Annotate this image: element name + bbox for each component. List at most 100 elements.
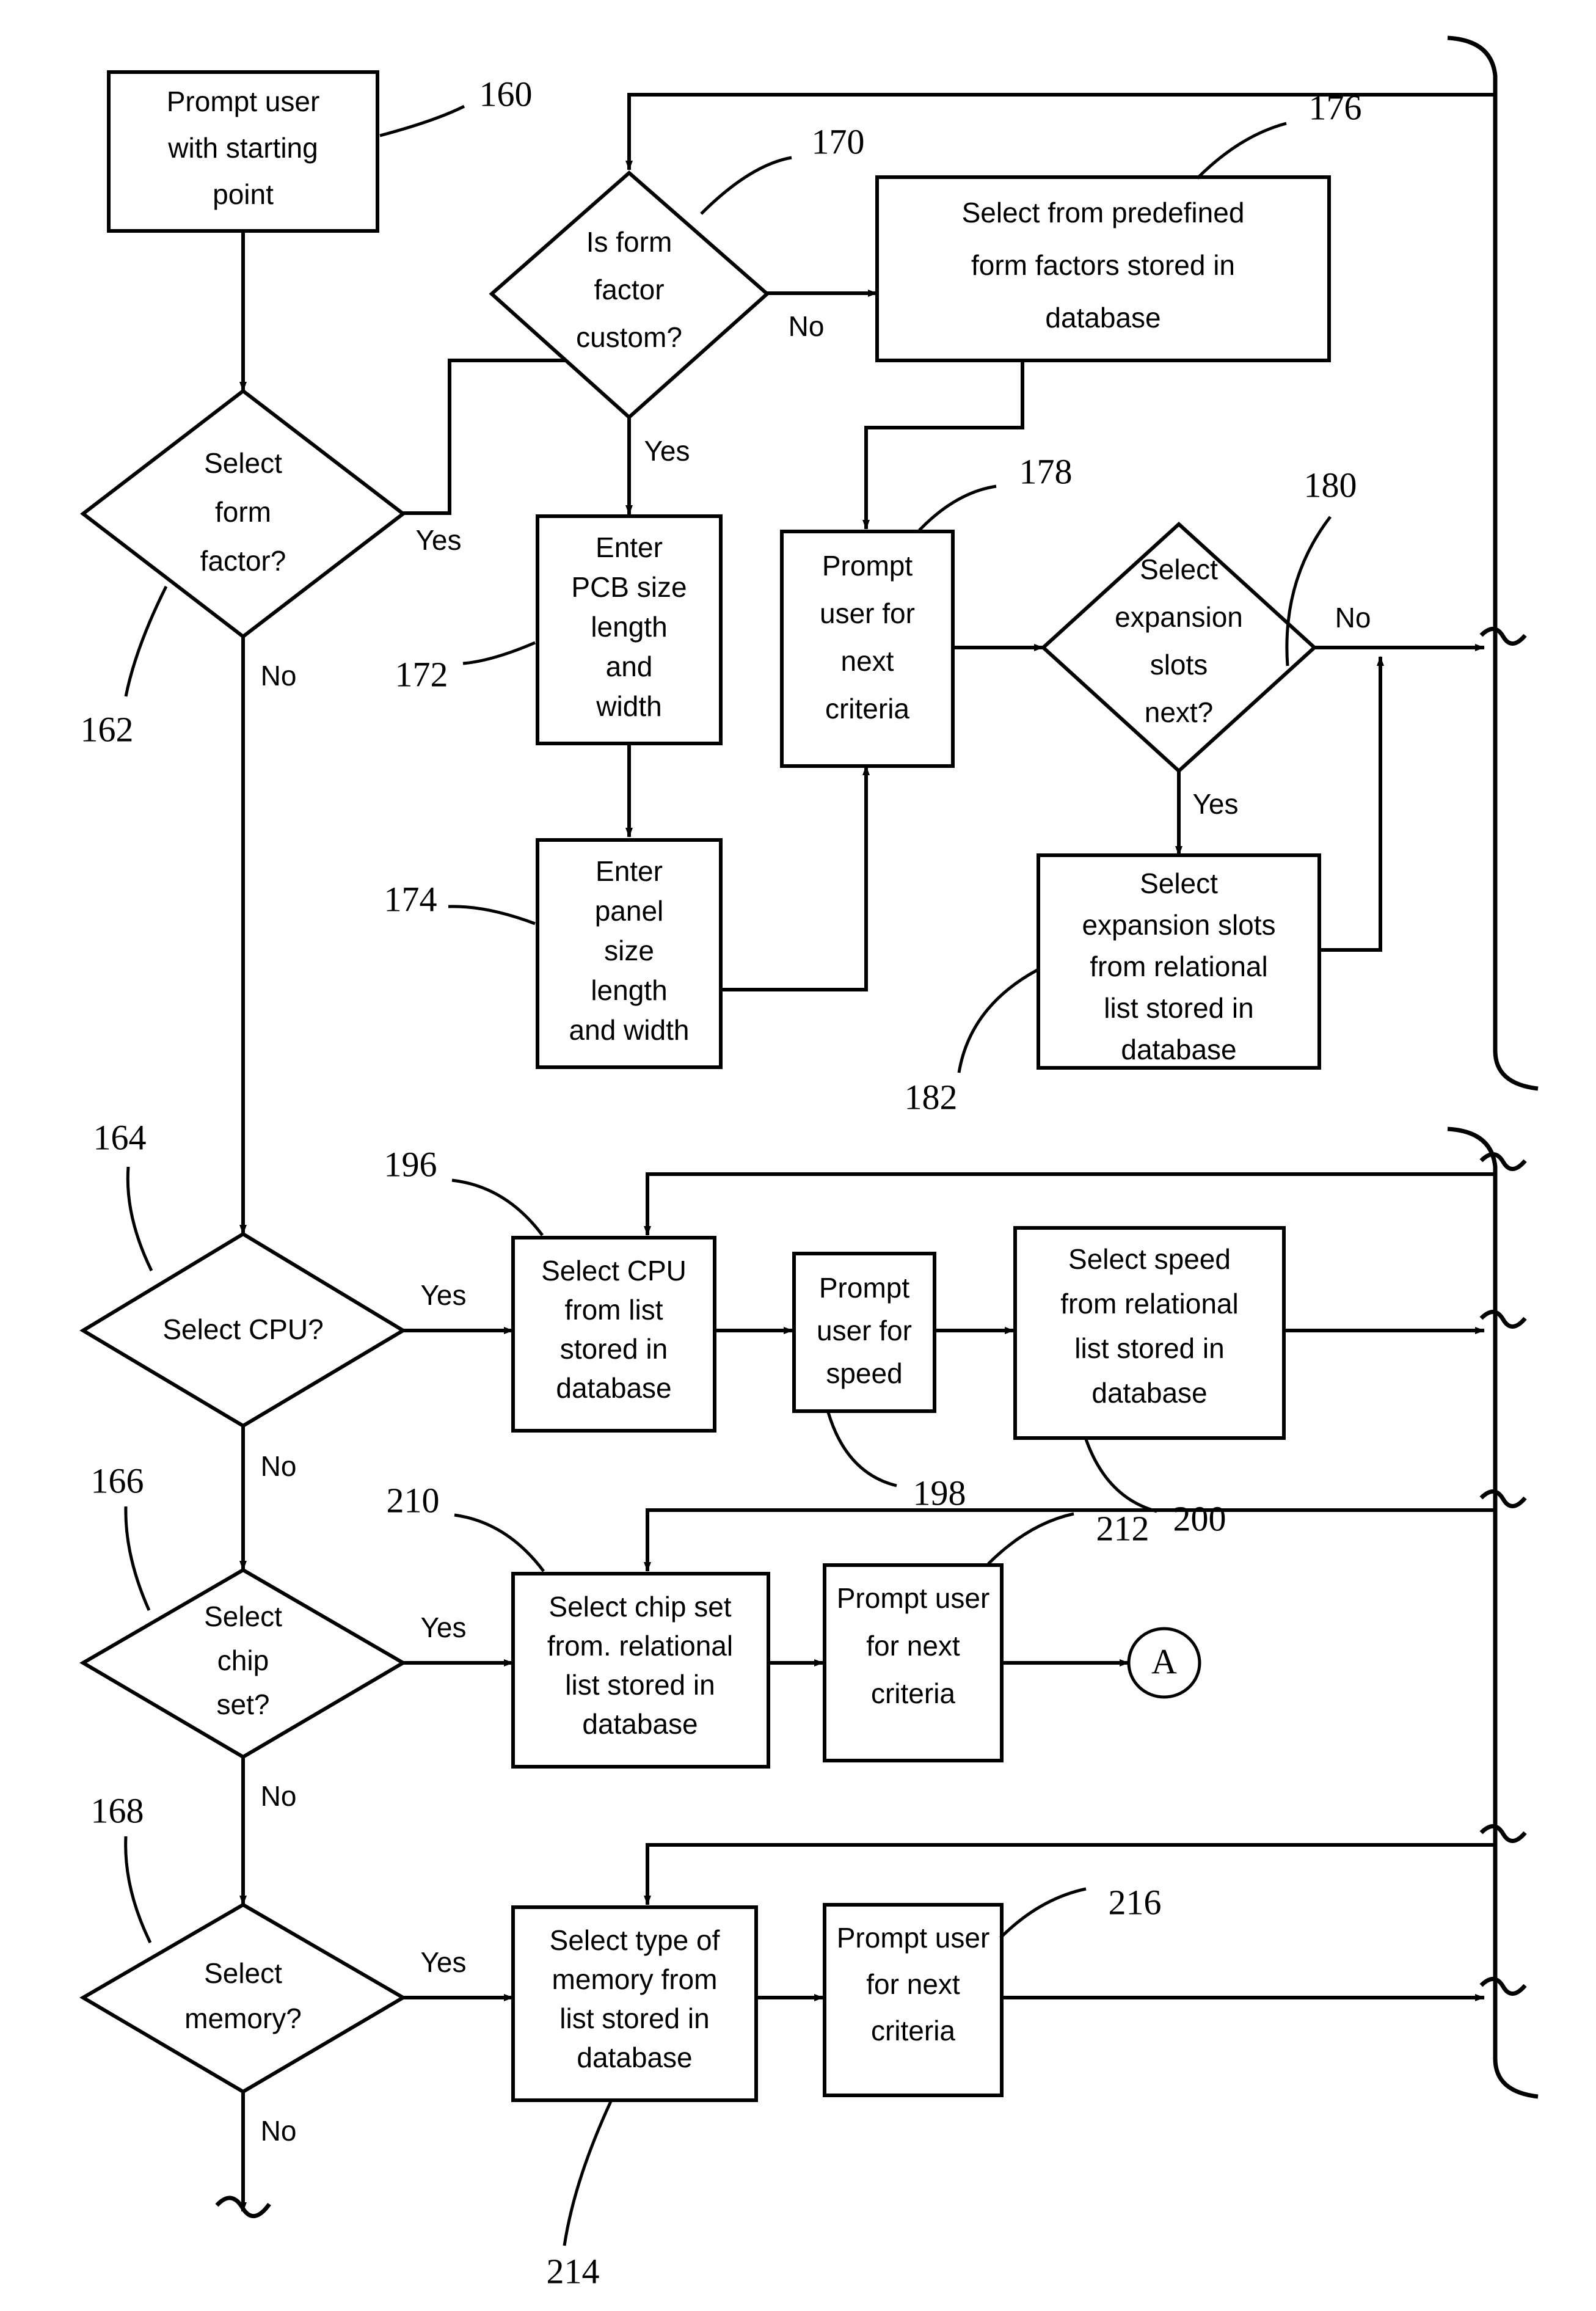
node-166-line-1: chip [217, 1645, 269, 1676]
node-196-line-1: from list [565, 1294, 663, 1326]
node-172-enter-pcb-size[interactable]: Enter PCB size length and width [536, 514, 723, 745]
node-200-line-1: from relational [1060, 1288, 1238, 1320]
break-squiggle-icon [1479, 627, 1527, 646]
node-214-line-2: list stored in [559, 2003, 709, 2034]
node-214-select-memory-type-db[interactable]: Select type of memory from list stored i… [511, 1905, 758, 2102]
node-166-line-0: Select [204, 1601, 282, 1632]
node-196-line-2: stored in [560, 1333, 668, 1365]
node-174-line-1: panel [595, 895, 664, 927]
node-196-select-cpu-from-list[interactable]: Select CPU from list stored in database [511, 1236, 716, 1433]
node-212-line-0: Prompt user [837, 1582, 990, 1614]
node-182-line-0: Select [1140, 867, 1218, 899]
node-200-line-2: list stored in [1074, 1332, 1224, 1364]
node-198-prompt-user-speed[interactable]: Prompt user for speed [792, 1252, 936, 1413]
node-210-line-0: Select chip set [548, 1591, 731, 1623]
node-164-select-cpu[interactable]: Select CPU? [79, 1232, 407, 1428]
node-168-select-memory[interactable]: Select memory? [79, 1902, 407, 2094]
node-160-line-1: with starting [167, 132, 318, 164]
node-162-line-0: Select [204, 447, 282, 479]
flowchart-svg: Prompt user with starting point 160 Sele… [79, 35, 1539, 2291]
connector-a[interactable]: A [1127, 1627, 1201, 1699]
edge-label-memory-no: No [261, 2115, 297, 2147]
node-210-line-3: database [582, 1708, 698, 1740]
node-166-select-chip-set[interactable]: Select chip set? [79, 1568, 407, 1759]
node-170-line-2: custom? [576, 321, 682, 353]
node-210-select-chip-set-db[interactable]: Select chip set from. relational list st… [511, 1572, 770, 1769]
ref-numeral-168: 168 [91, 1791, 144, 1830]
node-200-line-0: Select speed [1068, 1243, 1231, 1275]
ref-numeral-170: 170 [812, 122, 865, 161]
node-164-line-0: Select CPU? [162, 1313, 323, 1345]
ref-numeral-216: 216 [1109, 1882, 1162, 1922]
node-212-prompt-user-next-criteria[interactable]: Prompt user for next criteria [823, 1563, 1004, 1762]
edge-label-expansion-no: No [1335, 602, 1371, 633]
edge-label-memory-yes: Yes [420, 1946, 466, 1978]
ref-numeral-198: 198 [913, 1473, 966, 1513]
ref-168-leader: 168 [91, 1791, 152, 1944]
node-200-select-speed-db[interactable]: Select speed from relational list stored… [1013, 1226, 1286, 1440]
node-160-prompt-user-starting-point[interactable]: Prompt user with starting point [107, 70, 379, 233]
node-180-line-2: slots [1150, 649, 1208, 681]
node-172-line-1: PCB size [571, 571, 687, 603]
right-side-brace [1447, 35, 1539, 2099]
node-178-line-3: criteria [825, 693, 909, 725]
node-176-line-1: form factors stored in [971, 249, 1235, 281]
node-216-prompt-user-next-criteria[interactable]: Prompt user for next criteria [823, 1903, 1004, 2097]
node-214-line-1: memory from [552, 1963, 718, 1995]
node-162-line-2: factor? [200, 545, 286, 577]
edge-label-custom-no: No [789, 310, 825, 342]
ref-numeral-182: 182 [905, 1077, 958, 1117]
node-196-line-0: Select CPU [541, 1255, 687, 1287]
edge-label-form-factor-yes: Yes [415, 524, 461, 556]
ref-numeral-172: 172 [395, 654, 448, 694]
patent-figure-sheet: Prompt user with starting point 160 Sele… [0, 0, 1596, 2311]
ref-182-leader: 182 [905, 968, 1038, 1117]
node-198-line-0: Prompt [819, 1272, 909, 1304]
node-212-line-2: criteria [871, 1678, 955, 1709]
node-166-line-2: set? [217, 1689, 270, 1720]
node-174-line-2: size [604, 935, 654, 966]
node-168-line-1: memory? [184, 2003, 302, 2034]
node-176-line-2: database [1045, 302, 1161, 334]
node-160-line-2: point [213, 178, 274, 210]
node-182-select-expansion-slots-db[interactable]: Select expansion slots from relational l… [1037, 853, 1321, 1070]
edge-label-expansion-yes: Yes [1192, 788, 1238, 820]
ref-numeral-174: 174 [384, 879, 437, 919]
node-172-line-3: and [606, 651, 653, 682]
ref-numeral-162: 162 [81, 709, 134, 749]
break-squiggle-icon [1479, 1977, 1527, 1996]
ref-170-leader: 170 [700, 122, 865, 215]
node-182-line-2: from relational [1090, 951, 1267, 982]
ref-numeral-180: 180 [1304, 465, 1357, 505]
node-178-prompt-user-next-criteria[interactable]: Prompt user for next criteria [780, 530, 955, 768]
node-162-select-form-factor[interactable]: Select form factor? [80, 389, 406, 639]
edge-label-chipset-no: No [261, 1780, 297, 1812]
node-168-line-0: Select [204, 1957, 282, 1989]
node-174-enter-panel-size[interactable]: Enter panel size length and width [536, 838, 723, 1069]
node-176-line-0: Select from predefined [962, 197, 1245, 228]
ref-numeral-200: 200 [1173, 1499, 1226, 1538]
ref-numeral-164: 164 [93, 1117, 147, 1157]
node-172-line-2: length [591, 611, 667, 643]
ref-166-leader: 166 [91, 1461, 151, 1612]
ref-numeral-214: 214 [547, 2251, 600, 2291]
ref-162-leader: 162 [81, 585, 168, 749]
edge-label-custom-yes: Yes [644, 435, 690, 467]
ref-212-leader: 212 [987, 1508, 1150, 1565]
node-182-line-1: expansion slots [1082, 909, 1275, 941]
ref-176-leader: 176 [1196, 87, 1362, 180]
ref-216-leader: 216 [999, 1882, 1162, 1939]
node-176-select-predefined-form-factors[interactable]: Select from predefined form factors stor… [875, 175, 1331, 362]
node-216-line-1: for next [866, 1968, 960, 2000]
node-172-line-0: Enter [596, 531, 663, 563]
ref-214-leader: 214 [547, 2100, 613, 2291]
edge-label-form-factor-no: No [261, 660, 297, 692]
break-squiggle-icon [1479, 1310, 1527, 1329]
ref-160-leader: 160 [379, 74, 533, 137]
node-170-is-form-factor-custom[interactable]: Is form factor custom? [489, 170, 770, 420]
node-198-line-2: speed [826, 1357, 902, 1389]
node-182-line-3: list stored in [1104, 992, 1253, 1024]
node-198-line-1: user for [817, 1315, 912, 1346]
node-180-select-expansion-slots-next[interactable]: Select expansion slots next? [1040, 521, 1317, 774]
ref-178-leader: 178 [918, 451, 1073, 531]
